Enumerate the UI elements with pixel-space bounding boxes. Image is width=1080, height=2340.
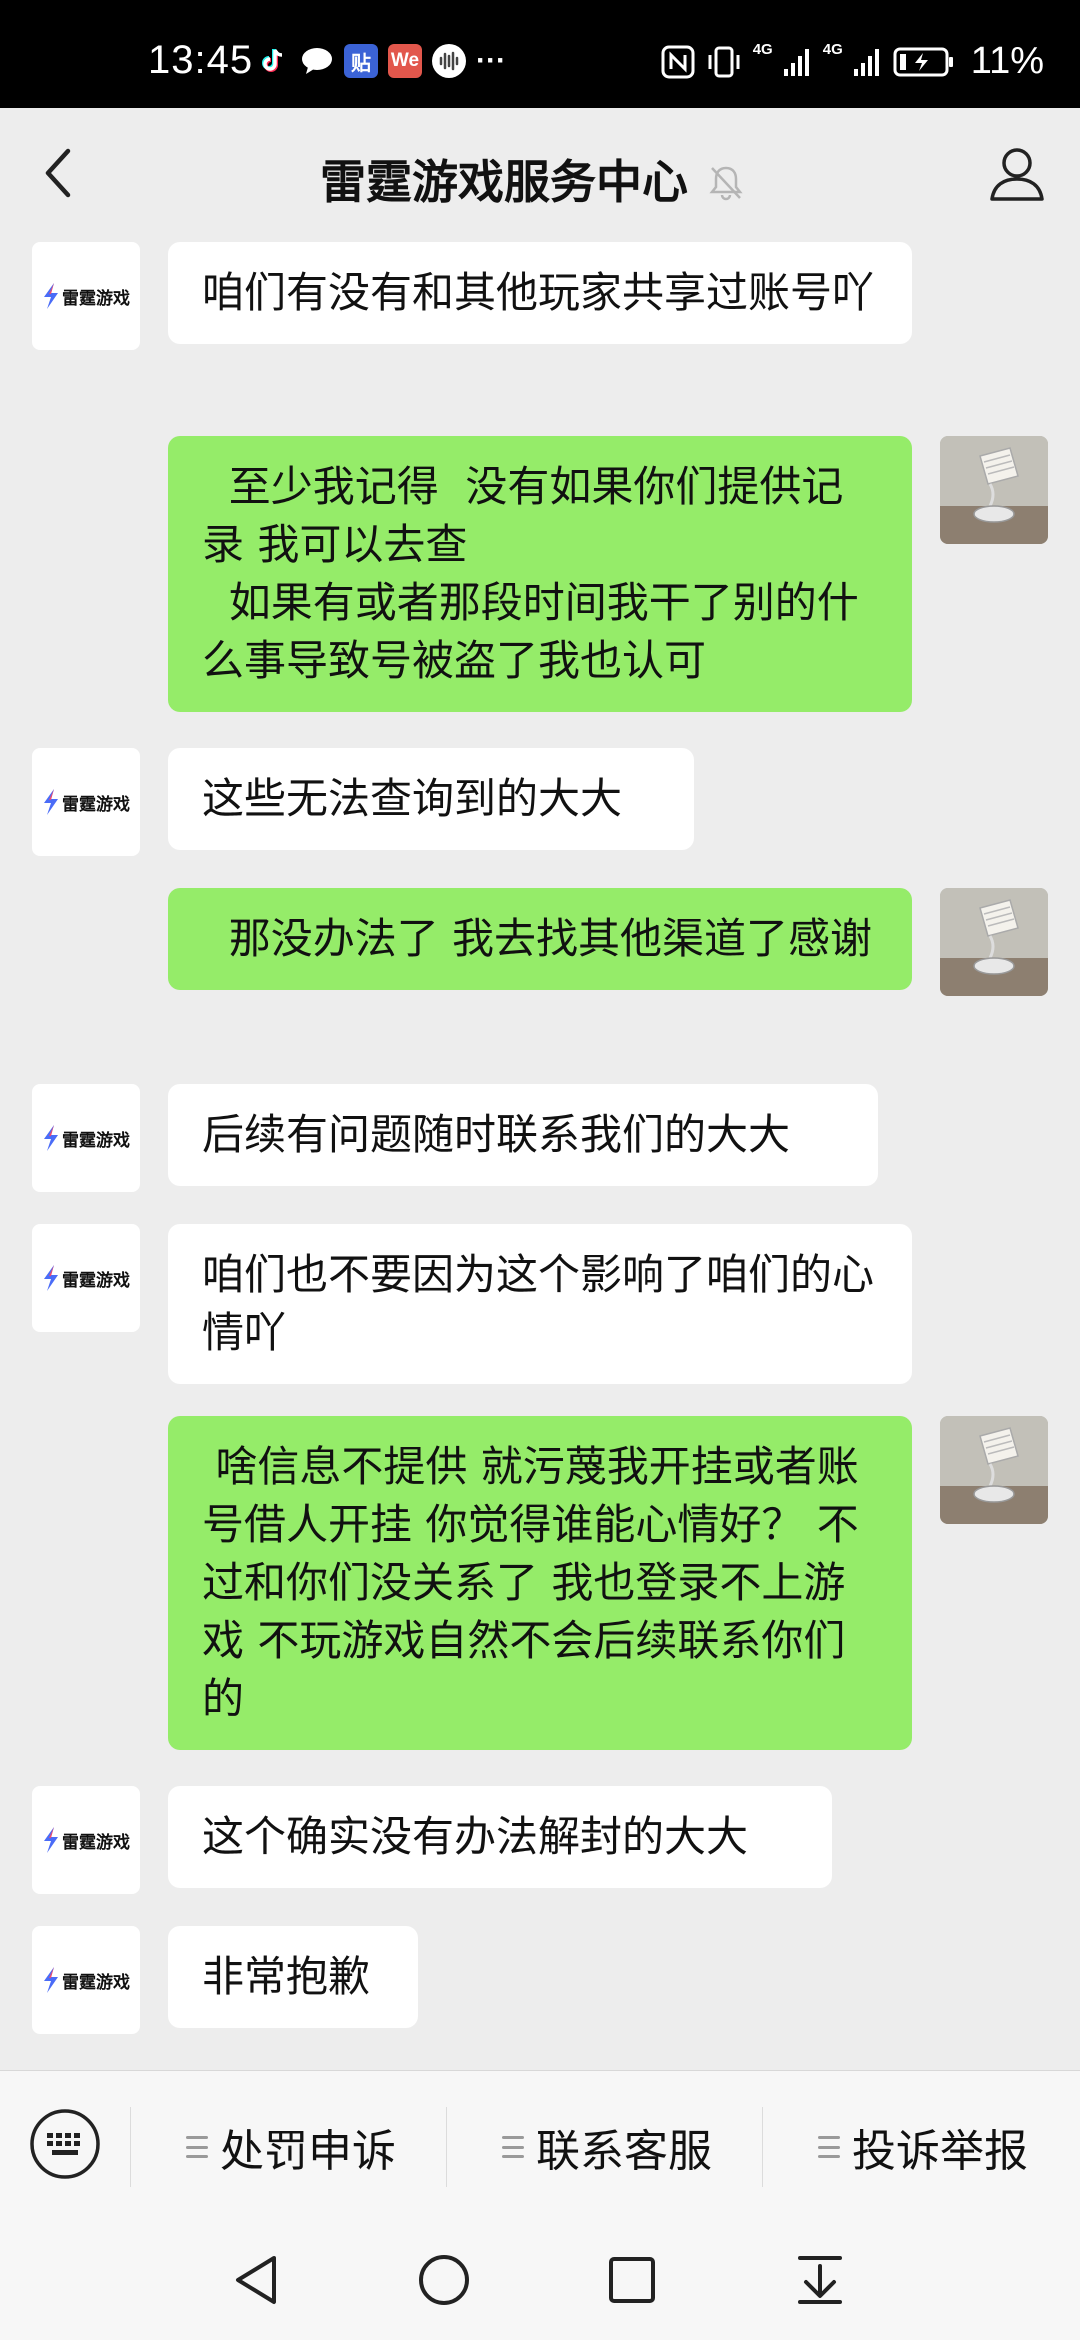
notification-icons: 贴 We ··· xyxy=(256,44,506,78)
menu-item-appeal[interactable]: 处罚申诉 xyxy=(186,2115,396,2179)
menu-item-label: 投诉举报 xyxy=(852,2126,1028,2177)
menu-item-complaint[interactable]: 投诉举报 xyxy=(818,2115,1028,2179)
chevron-left-icon xyxy=(45,148,71,198)
user-icon xyxy=(990,148,1044,201)
menu-divider xyxy=(446,2107,447,2187)
signal-icon-1 xyxy=(783,48,809,76)
tiktok-icon xyxy=(256,44,290,78)
battery-charging-icon xyxy=(893,47,953,76)
message-bubble-icon xyxy=(300,44,334,78)
service-logo-text: 雷霆游戏 xyxy=(62,1972,130,1992)
back-button[interactable] xyxy=(28,140,88,206)
message-bubble-incoming[interactable]: 咱们也不要因为这个影响了咱们的心情吖 xyxy=(168,1224,912,1384)
user-avatar-photo xyxy=(940,436,1048,544)
thunder-logo-icon xyxy=(44,1827,58,1853)
message-bubble-incoming[interactable]: 这些无法查询到的大大 xyxy=(168,748,694,850)
message-bubble-incoming[interactable]: 这个确实没有办法解封的大大 xyxy=(168,1786,832,1888)
service-avatar[interactable]: 雷霆游戏 xyxy=(32,748,140,856)
battery-percent: 11% xyxy=(970,40,1044,82)
thunder-logo-icon xyxy=(44,1967,58,1993)
menu-item-label: 联系客服 xyxy=(536,2126,712,2177)
nav-notification-pull-button[interactable] xyxy=(786,2246,854,2314)
header-title-group: 雷霆游戏服务中心 xyxy=(320,146,746,212)
square-recents-icon xyxy=(609,2257,655,2303)
network-type-1: 4G xyxy=(752,41,773,58)
service-logo-text: 雷霆游戏 xyxy=(62,1832,130,1852)
thunder-logo-icon xyxy=(44,1265,58,1291)
message-bubble-incoming[interactable]: 后续有问题随时联系我们的大大 xyxy=(168,1084,878,1186)
message-bubble-incoming[interactable]: 咱们有没有和其他玩家共享过账号吖 xyxy=(168,242,912,344)
muted-bell-icon xyxy=(709,166,743,201)
service-logo-text: 雷霆游戏 xyxy=(62,288,130,308)
service-avatar[interactable]: 雷霆游戏 xyxy=(32,1926,140,2034)
menu-item-contact-support[interactable]: 联系客服 xyxy=(502,2115,712,2179)
user-avatar-photo xyxy=(940,888,1048,996)
system-status: 4G 4G 11% xyxy=(661,40,1044,83)
tieba-icon: 贴 xyxy=(344,44,378,78)
status-time: 13:45 xyxy=(148,38,254,82)
service-logo-text: 雷霆游戏 xyxy=(62,1130,130,1150)
thunder-logo-icon xyxy=(44,1125,58,1151)
more-notifications-icon: ··· xyxy=(476,44,506,77)
chat-message-list[interactable]: 雷霆游戏 咱们有没有和其他玩家共享过账号吖 至少我记得 没有如果你们提供记录 我… xyxy=(0,238,1080,2070)
user-avatar[interactable] xyxy=(940,888,1048,996)
status-bar: 13:45 贴 We ··· 4G 4G 11% xyxy=(0,0,1080,108)
nav-recents-button[interactable] xyxy=(598,2246,666,2314)
menu-lines-icon xyxy=(186,2136,208,2158)
message-bubble-outgoing[interactable]: 那没办法了 我去找其他渠道了感谢 xyxy=(168,888,912,990)
nfc-icon xyxy=(661,45,695,78)
menu-divider xyxy=(762,2107,763,2187)
service-menu-bar: 处罚申诉 联系客服 投诉举报 xyxy=(0,2070,1080,2221)
menu-lines-icon xyxy=(502,2136,524,2158)
keyboard-toggle-button[interactable] xyxy=(28,2107,102,2181)
service-avatar[interactable]: 雷霆游戏 xyxy=(32,1786,140,1894)
user-avatar-photo xyxy=(940,1416,1048,1524)
service-avatar[interactable]: 雷霆游戏 xyxy=(32,1084,140,1192)
service-logo-text: 雷霆游戏 xyxy=(62,794,130,814)
signal-icon-2 xyxy=(853,48,879,76)
service-logo-text: 雷霆游戏 xyxy=(62,1270,130,1290)
circle-home-icon xyxy=(419,2255,469,2305)
nav-home-button[interactable] xyxy=(410,2246,478,2314)
pull-down-arrow-icon xyxy=(798,2256,842,2304)
audio-wave-icon xyxy=(432,44,466,78)
triangle-back-icon xyxy=(236,2256,276,2304)
nav-back-button[interactable] xyxy=(222,2246,290,2314)
menu-item-label: 处罚申诉 xyxy=(220,2126,396,2177)
keyboard-icon xyxy=(30,2109,100,2179)
thunder-logo-icon xyxy=(44,789,58,815)
system-nav-bar xyxy=(0,2220,1080,2340)
service-avatar[interactable]: 雷霆游戏 xyxy=(32,1224,140,1332)
user-avatar[interactable] xyxy=(940,1416,1048,1524)
service-avatar[interactable]: 雷霆游戏 xyxy=(32,242,140,350)
we-app-icon: We xyxy=(388,44,422,78)
thunder-logo-icon xyxy=(44,283,58,309)
message-bubble-incoming[interactable]: 非常抱歉 xyxy=(168,1926,418,2028)
message-bubble-outgoing[interactable]: 至少我记得 没有如果你们提供记录 我可以去查 如果有或者那段时间我干了别的什么事… xyxy=(168,436,912,712)
chat-header: 雷霆游戏服务中心 xyxy=(0,108,1080,238)
page-title: 雷霆游戏服务中心 xyxy=(320,155,688,209)
message-bubble-outgoing[interactable]: 啥信息不提供 就污蔑我开挂或者账号借人开挂 你觉得谁能心情好？ 不过和你们没关系… xyxy=(168,1416,912,1750)
menu-divider xyxy=(130,2107,131,2187)
profile-button[interactable] xyxy=(982,138,1052,208)
menu-lines-icon xyxy=(818,2136,840,2158)
vibrate-icon xyxy=(708,46,740,77)
user-avatar[interactable] xyxy=(940,436,1048,544)
network-type-2: 4G xyxy=(822,41,843,58)
